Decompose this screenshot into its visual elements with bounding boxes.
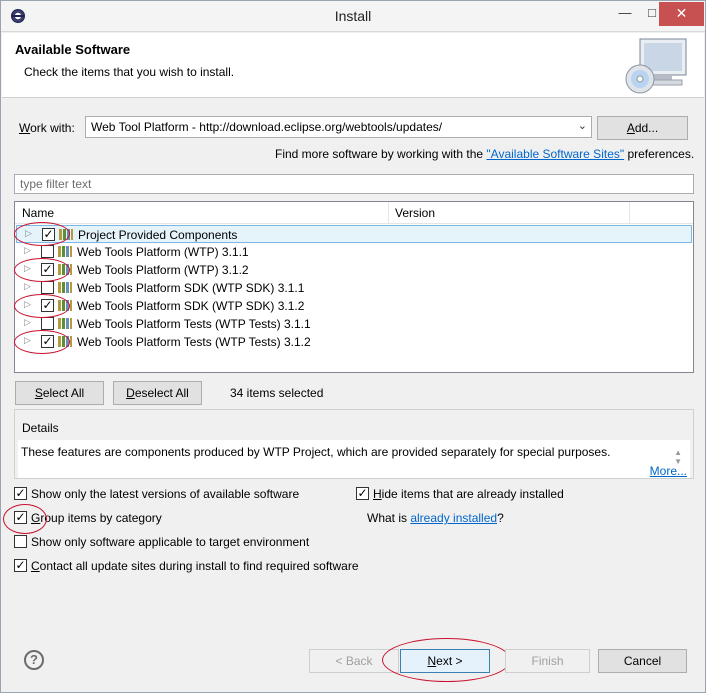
feature-group-icon [58,282,72,293]
row-checkbox[interactable] [41,245,54,258]
row-checkbox[interactable] [41,281,54,294]
title-bar: Install — □ ✕ [1,1,705,32]
find-more-text: Find more software by working with the "… [275,147,695,161]
annotation-oval [382,638,511,682]
available-software-sites-link[interactable]: "Available Software Sites" [486,147,624,161]
annotation-oval [3,504,47,534]
cancel-button[interactable]: Cancel [598,649,687,673]
filter-placeholder: type filter text [20,177,92,191]
contact-sites-checkbox[interactable]: ✓ [14,559,27,572]
tree-row[interactable]: ▷ Web Tools Platform Tests (WTP Tests) 3… [16,315,692,333]
row-label: Web Tools Platform (WTP) 3.1.2 [77,263,249,277]
selected-count: 34 items selected [230,386,324,400]
applicable-only-checkbox[interactable] [14,535,27,548]
tree-row[interactable]: ▷ Web Tools Platform SDK (WTP SDK) 3.1.1 [16,279,692,297]
annotation-oval [14,258,70,282]
install-dialog: Install — □ ✕ Available Software Check t… [0,0,706,693]
tree-row[interactable]: ▷ ✓ Web Tools Platform (WTP) 3.1.2 [16,261,692,279]
row-label: Web Tools Platform Tests (WTP Tests) 3.1… [77,317,311,331]
details-pane: These features are components produced b… [18,440,690,478]
work-with-combo[interactable]: Web Tool Platform - http://download.ecli… [85,116,592,138]
close-icon[interactable]: ✕ [659,2,704,26]
annotation-oval [14,330,70,354]
row-label: Web Tools Platform SDK (WTP SDK) 3.1.1 [77,281,305,295]
tree-row[interactable]: ▷ ✓ Web Tools Platform SDK (WTP SDK) 3.1… [16,297,692,315]
work-with-value: Web Tool Platform - http://download.ecli… [91,120,443,134]
add-site-button[interactable]: Add... [597,116,688,140]
feature-group-icon [58,246,72,257]
row-label: Web Tools Platform Tests (WTP Tests) 3.1… [77,335,311,349]
row-label: Web Tools Platform SDK (WTP SDK) 3.1.2 [77,299,305,313]
tree-header: Name Version [15,202,693,224]
select-all-button[interactable]: Select All [15,381,104,405]
expand-arrow-icon[interactable]: ▷ [24,281,31,292]
latest-only-checkbox[interactable]: ✓ [14,487,27,500]
window-title: Install [334,8,372,24]
row-label: Project Provided Components [78,228,238,242]
finish-button[interactable]: Finish [505,649,590,673]
tree-row[interactable]: ▷ ✓ Project Provided Components [16,225,692,243]
help-icon[interactable]: ? [24,650,44,670]
install-computer-icon [625,38,687,94]
details-group: Details These features are components pr… [14,409,694,479]
software-tree[interactable]: Name Version ▷ ✓ Project Provided Compon… [14,201,694,373]
already-installed-link[interactable]: already installed [410,511,497,525]
expand-arrow-icon[interactable]: ▷ [24,317,31,328]
work-with-label: Work with: [19,121,75,135]
tree-row[interactable]: ▷ ✓ Web Tools Platform Tests (WTP Tests)… [16,333,692,351]
column-version-header[interactable]: Version [395,206,435,220]
deselect-all-button[interactable]: Deselect All [113,381,202,405]
expand-arrow-icon[interactable]: ▷ [24,245,31,256]
tree-row[interactable]: ▷ Web Tools Platform (WTP) 3.1.1 [16,243,692,261]
filter-input[interactable]: type filter text [14,174,694,194]
minimize-icon[interactable]: — [611,2,639,26]
what-is-installed-text: What is already installed? [367,511,504,525]
row-checkbox[interactable] [41,317,54,330]
row-label: Web Tools Platform (WTP) 3.1.1 [77,245,249,259]
column-name-header[interactable]: Name [22,206,54,220]
annotation-oval [14,222,70,246]
hide-installed-checkbox[interactable]: ✓ [356,487,369,500]
page-title: Available Software [15,42,131,57]
details-title: Details [22,421,59,435]
more-link[interactable]: More... [650,464,687,478]
chevron-down-icon[interactable]: ⌄ [578,119,587,132]
details-text: These features are components produced b… [21,445,611,459]
annotation-oval [14,294,70,318]
header-banner: Available Software Check the items that … [2,33,704,98]
page-description: Check the items that you wish to install… [24,65,235,79]
feature-group-icon [58,318,72,329]
